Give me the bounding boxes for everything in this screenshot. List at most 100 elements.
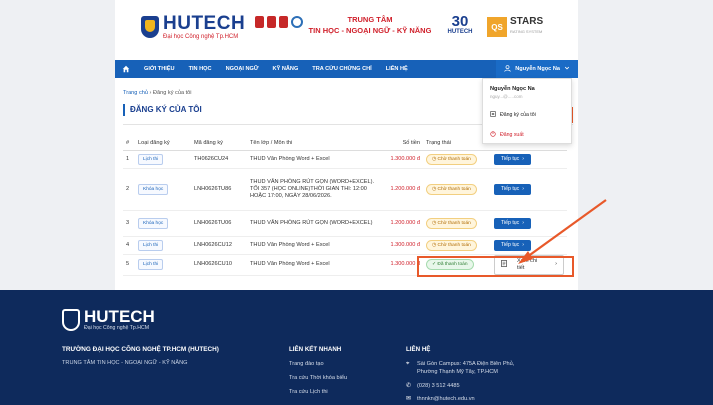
type-badge: Lịch thi bbox=[138, 239, 164, 251]
qs-sub: RATING SYSTEM bbox=[510, 29, 543, 34]
footer-address-line1: Sài Gòn Campus: 475A Điện Biên Phủ, bbox=[417, 361, 515, 367]
status-label: Chờ thanh toán bbox=[437, 186, 471, 192]
menu-item-my-registrations[interactable]: Đăng ký của tôi bbox=[483, 108, 571, 122]
footer-contact-title: LIÊN HỆ bbox=[406, 346, 431, 353]
center-title-line1: TRUNG TÂM bbox=[347, 15, 393, 24]
footer-link-timetable[interactable]: Tra cứu Thời khóa biểu bbox=[289, 375, 347, 381]
user-dropdown: Nguyễn Ngọc Na nguy...@.....com Đăng ký … bbox=[482, 78, 572, 144]
anniversary-logo: 30 HUTECH bbox=[445, 14, 475, 35]
list-icon bbox=[490, 111, 496, 119]
nav-item-it[interactable]: TIN HỌC bbox=[182, 66, 219, 72]
type-badge: Khóa học bbox=[138, 183, 169, 195]
center-title: TRUNG TÂM TIN HỌC - NGOẠI NGỮ - KỸ NĂNG bbox=[305, 14, 435, 36]
status-label: Chờ thanh toán bbox=[437, 242, 471, 248]
qs-stars-logo: QS STARS RATING SYSTEM bbox=[487, 17, 543, 37]
row-code: LNH0626CU10 bbox=[191, 254, 247, 276]
status-label: Chờ thanh toán bbox=[437, 156, 471, 162]
footer-address: ⌖ Sài Gòn Campus: 475A Điện Biên Phủ, Phư… bbox=[406, 360, 514, 376]
footer-phone-number[interactable]: (028) 3 512 4485 bbox=[417, 382, 460, 390]
footer-shield-icon bbox=[62, 308, 80, 331]
col-header-code: Mã đăng ký bbox=[191, 136, 247, 151]
badge-circle-icon bbox=[291, 16, 303, 28]
row-fee: 1.200.000 đ bbox=[379, 210, 423, 237]
row-code: LNH0626CU12 bbox=[191, 236, 247, 255]
footer-phone: ✆ (028) 3 512 4485 bbox=[406, 382, 460, 390]
continue-button[interactable]: Tiếp tục › bbox=[494, 183, 531, 195]
brand-header: HUTECH Đại học Công nghệ Tp.HCM TRUNG TÂ… bbox=[115, 0, 578, 58]
table-row: 1 Lịch thi TH0626CU24 THUD Văn Phòng Wor… bbox=[123, 150, 567, 169]
menu-item-my-registrations-label: Đăng ký của tôi bbox=[500, 112, 536, 118]
chevron-down-icon bbox=[564, 65, 570, 73]
nav-item-certificate-lookup[interactable]: TRA CỨU CHỨNG CHỈ bbox=[305, 66, 378, 72]
badge-icon bbox=[279, 16, 288, 28]
nav-item-skills[interactable]: KỸ NĂNG bbox=[266, 66, 306, 72]
continue-button[interactable]: Tiếp tục › bbox=[494, 239, 531, 251]
mail-icon: ✉ bbox=[406, 396, 412, 402]
page-title: ĐĂNG KÝ CỦA TÔI bbox=[123, 104, 202, 116]
partner-badges bbox=[255, 16, 303, 28]
chevron-right-icon: › bbox=[522, 219, 524, 226]
site-footer: HUTECH Đại học Công nghệ Tp.HCM TRƯỜNG Đ… bbox=[0, 290, 713, 405]
row-name: THUD Văn Phòng Word + Excel bbox=[247, 236, 379, 255]
row-code: LNH0626TU06 bbox=[191, 210, 247, 237]
row-name: THUD Văn Phòng Word + Excel bbox=[247, 150, 379, 169]
table-row: 4 Lịch thi LNH0626CU12 THUD Văn Phòng Wo… bbox=[123, 236, 567, 255]
qs-box: QS bbox=[487, 17, 507, 37]
status-badge: ◷ Chờ thanh toán bbox=[426, 153, 477, 165]
continue-label: Tiếp tục bbox=[501, 155, 520, 162]
continue-button[interactable]: Tiếp tục › bbox=[494, 217, 531, 229]
type-badge: Khóa học bbox=[138, 217, 169, 229]
footer-center: TRUNG TÂM TIN HỌC - NGOẠI NGỮ - KỸ NĂNG bbox=[62, 360, 188, 366]
registrations-table: # Loại đăng ký Mã đăng ký Tên lớp / Môn … bbox=[123, 136, 567, 276]
qs-stars-text: STARS bbox=[510, 16, 544, 27]
footer-logo-sub: Đại học Công nghệ Tp.HCM bbox=[84, 325, 150, 331]
nav-item-about[interactable]: GIỚI THIỆU bbox=[137, 66, 182, 72]
col-header-type: Loại đăng ký bbox=[135, 136, 191, 151]
hutech-logo[interactable]: HUTECH Đại học Công nghệ Tp.HCM bbox=[141, 14, 245, 40]
continue-label: Tiếp tục bbox=[501, 219, 520, 226]
footer-university: TRƯỜNG ĐẠI HỌC CÔNG NGHỆ TP.HCM (HUTECH) bbox=[62, 346, 219, 353]
footer-link-exam-schedule[interactable]: Tra cứu Lịch thi bbox=[289, 389, 328, 395]
row-name: THUD Văn Phòng Word + Excel bbox=[247, 254, 379, 276]
breadcrumb: Trang chủ › Đăng ký của tôi bbox=[123, 90, 192, 96]
user-menu-button[interactable]: Nguyễn Ngọc Na bbox=[496, 60, 578, 78]
continue-label: Tiếp tục bbox=[501, 241, 520, 248]
row-code: LNH0626TU86 bbox=[191, 168, 247, 211]
breadcrumb-home[interactable]: Trang chủ bbox=[123, 90, 148, 96]
dropdown-user-email: nguy...@.....com bbox=[490, 94, 523, 99]
menu-item-logout[interactable]: Đăng xuất bbox=[483, 127, 531, 143]
badge-icon bbox=[255, 16, 264, 28]
logout-icon bbox=[490, 131, 496, 139]
footer-logo[interactable]: HUTECH Đại học Công nghệ Tp.HCM bbox=[62, 308, 155, 331]
row-no: 3 bbox=[123, 210, 135, 237]
footer-link-training[interactable]: Trang đào tạo bbox=[289, 361, 324, 367]
continue-label: Tiếp tục bbox=[501, 185, 520, 192]
type-badge: Lịch thi bbox=[138, 153, 164, 165]
nav-item-language[interactable]: NGOẠI NGỮ bbox=[219, 66, 266, 72]
table-row: 2 Khóa học LNH0626TU86 THUD VĂN PHÒNG RÚ… bbox=[123, 168, 567, 211]
status-badge: ◷ Chờ thanh toán bbox=[426, 239, 477, 251]
col-header-name: Tên lớp / Môn thi bbox=[247, 136, 379, 151]
home-icon[interactable] bbox=[115, 65, 137, 73]
col-header-status: Trạng thái bbox=[423, 136, 491, 151]
badge-icon bbox=[267, 16, 276, 28]
location-icon: ⌖ bbox=[406, 361, 410, 367]
hutech-shield-icon bbox=[141, 16, 159, 38]
breadcrumb-current: Đăng ký của tôi bbox=[152, 90, 192, 96]
continue-button[interactable]: Tiếp tục › bbox=[494, 153, 531, 165]
chevron-right-icon: › bbox=[522, 155, 524, 162]
row-no: 5 bbox=[123, 254, 135, 276]
chevron-right-icon: › bbox=[522, 185, 524, 192]
table-row: 3 Khóa học LNH0626TU06 THUD VĂN PHÒNG RÚ… bbox=[123, 210, 567, 237]
footer-email-address[interactable]: thnnkn@hutech.edu.vn bbox=[417, 395, 475, 403]
row-no: 1 bbox=[123, 150, 135, 169]
chevron-right-icon: › bbox=[522, 241, 524, 248]
nav-item-contact[interactable]: LIÊN HỆ bbox=[379, 66, 415, 72]
col-header-no: # bbox=[123, 136, 135, 151]
row-fee: 1.200.000 đ bbox=[379, 168, 423, 211]
phone-icon: ✆ bbox=[406, 383, 412, 389]
menu-item-logout-label: Đăng xuất bbox=[500, 132, 524, 138]
status-badge: ◷ Chờ thanh toán bbox=[426, 183, 477, 195]
row-name: THUD VĂN PHÒNG RÚT GỌN (WORD+EXCEL). TỐI… bbox=[247, 168, 379, 211]
row-fee: 1.300.000 đ bbox=[379, 236, 423, 255]
